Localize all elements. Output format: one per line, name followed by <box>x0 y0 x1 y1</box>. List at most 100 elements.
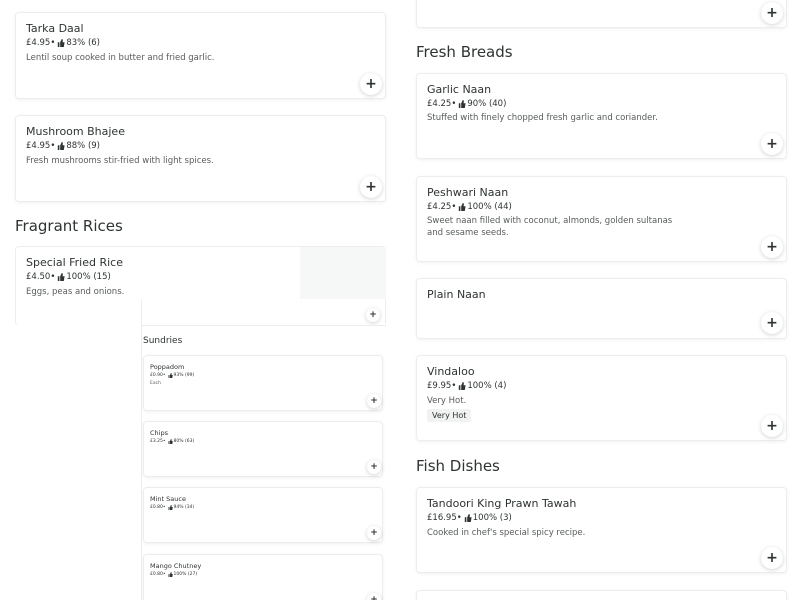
thumbs-up-icon <box>168 572 173 577</box>
menu-item-card-partial-bottom[interactable] <box>416 590 787 600</box>
item-description: Each <box>150 381 161 386</box>
add-item-button[interactable]: + <box>367 460 381 474</box>
add-item-button[interactable]: + <box>366 308 380 322</box>
item-price: £0.80 <box>150 505 163 510</box>
separator: • <box>50 38 56 48</box>
separator: • <box>162 373 166 378</box>
menu-item-card-garlic-naan[interactable]: Garlic Naan £4.25 • 90% (40) Stuffed wit… <box>416 73 787 159</box>
item-rating: 100% (4) <box>467 381 507 391</box>
item-name: Poppadom <box>150 363 185 371</box>
item-rating: 93% (99) <box>173 373 195 378</box>
divider <box>142 325 386 326</box>
item-meta: £4.25 • 100% (44) <box>427 202 512 212</box>
item-rating: 80% (63) <box>173 439 195 444</box>
item-meta: £4.25 • 90% (40) <box>427 99 506 109</box>
item-rating: 100% (3) <box>472 513 512 523</box>
item-name: Plain Naan <box>427 288 486 301</box>
item-price: £9.95 <box>427 381 452 391</box>
menu-item-card-poppadom[interactable]: Poppadom £0.90 • 93% (99) Each + <box>143 355 383 411</box>
item-meta: £4.50 • 100% (15) <box>26 272 111 282</box>
thumbs-up-icon <box>57 142 65 150</box>
menu-item-card-tarka-daal[interactable]: Tarka Daal £4.95 • 83% (6) Lentil soup c… <box>15 12 386 99</box>
plus-icon: + <box>365 76 377 92</box>
item-name: Mint Sauce <box>150 495 186 503</box>
item-meta: £4.95 • 83% (6) <box>26 38 100 48</box>
plus-icon: + <box>370 594 378 600</box>
separator: • <box>162 439 166 444</box>
add-item-button[interactable]: + <box>761 2 783 24</box>
thumbs-up-icon <box>57 273 65 281</box>
add-item-button[interactable]: + <box>761 236 783 258</box>
add-item-button[interactable]: + <box>367 526 381 540</box>
item-name: Mango Chutney <box>150 562 202 570</box>
add-item-button[interactable]: + <box>761 547 783 569</box>
item-price: £4.95 <box>26 141 51 151</box>
item-description: Eggs, peas and onions. <box>26 287 125 297</box>
item-price: £0.80 <box>150 572 163 577</box>
add-item-button[interactable]: + <box>761 133 783 155</box>
item-meta: £0.80 • 94% (34) <box>150 505 194 510</box>
separator: • <box>456 513 462 523</box>
thumbs-up-icon <box>458 100 466 108</box>
add-item-button[interactable]: + <box>761 415 783 437</box>
item-price: £4.25 <box>427 99 452 109</box>
plus-icon: + <box>370 395 378 406</box>
menu-item-card-partial-top[interactable]: + <box>416 0 787 28</box>
add-item-button[interactable]: + <box>761 312 783 334</box>
thumbs-up-icon <box>168 505 173 510</box>
thumbs-up-icon <box>458 382 466 390</box>
section-title-fish-dishes: Fish Dishes <box>416 457 500 475</box>
scaled-overlay-panel: + Sundries Poppadom £0.90 • 93% (99) Eac… <box>141 299 386 600</box>
plus-icon: + <box>766 315 778 331</box>
item-meta: £0.90 • 93% (99) <box>150 373 194 378</box>
item-rating: 100% (15) <box>66 272 111 282</box>
plus-icon: + <box>766 418 778 434</box>
thumbs-up-icon <box>168 439 173 444</box>
add-item-button[interactable]: + <box>360 73 382 95</box>
plus-icon: + <box>370 461 378 472</box>
item-rating: 100% (27) <box>173 572 198 577</box>
separator: • <box>451 381 457 391</box>
item-description: Sweet naan filled with coconut, almonds,… <box>427 216 673 238</box>
separator: • <box>451 202 457 212</box>
menu-item-card-mint-sauce[interactable]: Mint Sauce £0.80 • 94% (34) + <box>143 487 383 543</box>
separator: • <box>162 505 166 510</box>
plus-icon: + <box>766 5 778 21</box>
section-title-fresh-breads: Fresh Breads <box>416 43 513 61</box>
item-description: Lentil soup cooked in butter and fried g… <box>26 53 215 63</box>
item-meta: £9.95 • 100% (4) <box>427 381 506 391</box>
add-item-button[interactable]: + <box>367 394 381 408</box>
menu-item-card-mango-chutney[interactable]: Mango Chutney £0.80 • 100% (27) + <box>143 554 383 600</box>
menu-item-card-chips[interactable]: Chips £3.25 • 80% (63) + <box>143 421 383 477</box>
plus-icon: + <box>766 550 778 566</box>
thumbs-up-icon <box>57 39 65 47</box>
plus-icon: + <box>370 527 378 538</box>
item-name: Mushroom Bhajee <box>26 125 125 138</box>
menu-item-card-plain-naan[interactable]: Plain Naan + <box>416 278 787 339</box>
add-item-button[interactable]: + <box>367 593 381 600</box>
item-image-placeholder <box>300 247 386 299</box>
separator: • <box>451 99 457 109</box>
separator: • <box>50 272 56 282</box>
spice-badge: Very Hot <box>427 409 472 422</box>
item-rating: 94% (34) <box>173 505 195 510</box>
item-meta: £16.95 • 100% (3) <box>427 513 512 523</box>
menu-item-card-tandoori-king-prawn[interactable]: Tandoori King Prawn Tawah £16.95 • 100% … <box>416 487 787 573</box>
menu-item-card-vindaloo[interactable]: Vindaloo £9.95 • 100% (4) Very Hot. Very… <box>416 355 787 441</box>
add-item-button[interactable]: + <box>360 176 382 198</box>
plus-icon: + <box>766 239 778 255</box>
item-name: Garlic Naan <box>427 83 492 96</box>
thumbs-up-icon <box>168 373 173 378</box>
item-price: £4.50 <box>26 272 51 282</box>
menu-item-card-mushroom-bhajee[interactable]: Mushroom Bhajee £4.95 • 88% (9) Fresh mu… <box>15 115 386 202</box>
item-name: Peshwari Naan <box>427 186 509 199</box>
plus-icon: + <box>365 179 377 195</box>
item-name: Tarka Daal <box>26 22 84 35</box>
item-price: £4.95 <box>26 38 51 48</box>
section-title-fragrant-rices: Fragrant Rices <box>15 217 123 235</box>
menu-item-card-peshwari-naan[interactable]: Peshwari Naan £4.25 • 100% (44) Sweet na… <box>416 176 787 262</box>
thumbs-up-icon <box>458 203 466 211</box>
item-meta: £4.95 • 88% (9) <box>26 141 100 151</box>
item-name: Tandoori King Prawn Tawah <box>427 497 577 510</box>
item-rating: 83% (6) <box>66 38 100 48</box>
